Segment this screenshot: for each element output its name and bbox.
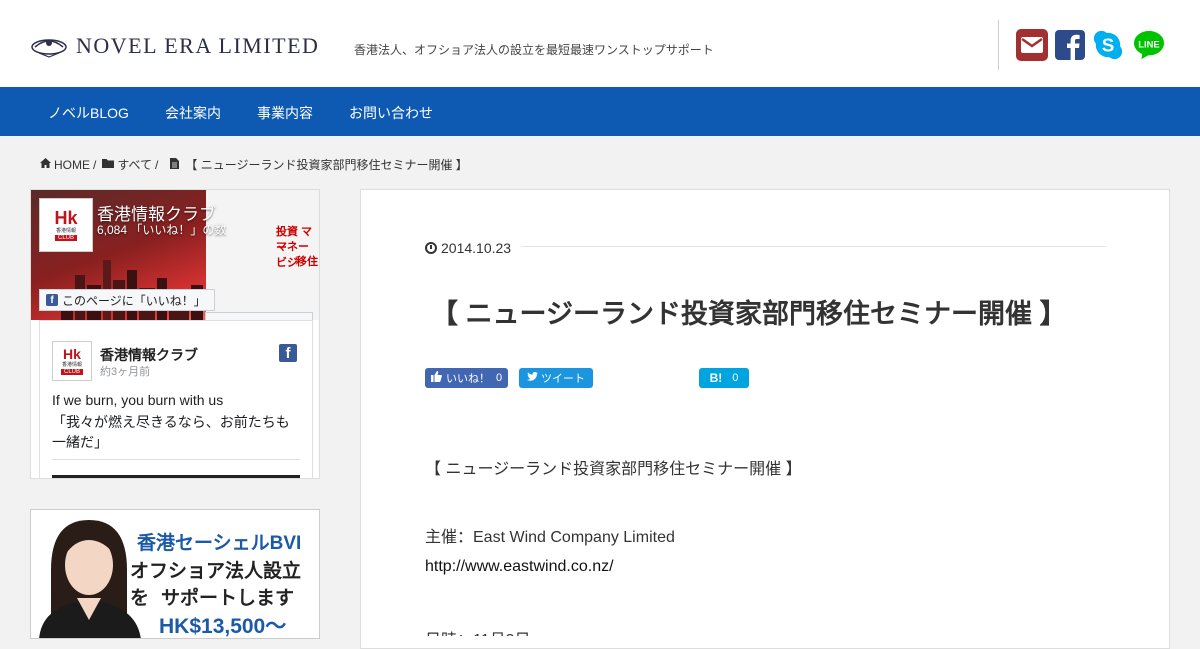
offshore-banner[interactable]: 香港セーシェルBVI オフショア法人設立を サポートします HK$13,500〜 — [30, 509, 320, 639]
facebook-icon[interactable]: f — [279, 344, 297, 362]
hk-logo-text: Hk — [63, 346, 81, 362]
skype-icon[interactable]: S — [1092, 29, 1124, 61]
hatena-count: 0 — [732, 372, 739, 384]
date-divider — [521, 246, 1106, 247]
hatena-bookmark-button[interactable]: B! 0 — [699, 368, 749, 388]
post-date-text: 2014.10.23 — [441, 240, 512, 256]
twitter-icon — [527, 372, 538, 384]
folder-icon — [102, 158, 115, 171]
fb-cover-text: 移住 — [296, 256, 318, 268]
facebook-icon: f — [46, 294, 58, 306]
clock-icon — [425, 242, 437, 254]
breadcrumb-home[interactable]: HOME — [54, 158, 90, 172]
thumbs-up-icon — [431, 371, 442, 385]
breadcrumb-category[interactable]: すべて — [117, 156, 152, 173]
fb-post-text: 一緒だ」 — [52, 434, 108, 450]
fb-post-avatar[interactable]: Hk 香港情報 CLUB — [52, 341, 92, 381]
fb-post-text: If we burn, you burn with us — [52, 392, 224, 408]
fb-like-button[interactable]: いいね！ 0 — [425, 368, 509, 388]
breadcrumb-separator: / — [155, 157, 159, 172]
facebook-page-widget: 投資 マー マネー ビジ 移住 Hk 香港情報 CLUB 香港情報クラブ 6,0… — [30, 189, 320, 479]
hk-logo-text: Hk — [54, 208, 78, 228]
site-logo[interactable]: NOVEL ERA LIMITED — [30, 33, 319, 59]
tweet-button[interactable]: ツイート — [519, 368, 593, 388]
article-card: 2014.10.23 【 ニュージーランド投資家部門移住セミナー開催 】 いいね… — [360, 189, 1170, 649]
hk-logo-club: CLUB — [60, 369, 83, 375]
breadcrumb-separator: / — [93, 157, 97, 172]
home-icon — [40, 158, 51, 171]
fb-post: Hk 香港情報 CLUB 香港情報クラブ 約3ヶ月前 f If we burn,… — [39, 320, 313, 478]
fb-post-time[interactable]: 約3ヶ月前 — [100, 363, 150, 379]
fb-like-label: いいね！ — [446, 373, 490, 385]
facebook-icon[interactable] — [1055, 30, 1085, 60]
site-header: NOVEL ERA LIMITED 香港法人、オフショア法人の設立を最短最速ワン… — [0, 0, 1200, 87]
fb-post-image[interactable] — [52, 475, 300, 478]
header-divider — [998, 20, 999, 70]
breadcrumb-current: 【 ニュージーランド投資家部門移住セミナー開催 】 — [185, 158, 468, 172]
hk-logo-sub: 香港情報 — [55, 228, 76, 234]
line-label: LINE — [1138, 38, 1159, 49]
banner-price: HK$13,500〜 — [159, 615, 287, 638]
hk-logo-sub: 香港情報 — [61, 362, 82, 368]
main-nav: ノベルBLOG 会社案内 事業内容 お問い合わせ — [0, 87, 1200, 136]
fb-post-divider — [52, 459, 300, 460]
post-title: 【 ニュージーランド投資家部門移住セミナー開催 】 — [431, 299, 1067, 329]
hk-logo-club: CLUB — [54, 235, 77, 241]
fb-like-page-button[interactable]: f このページに「いいね！」 — [39, 289, 215, 311]
banner-headline: 香港セーシェルBVI — [137, 533, 302, 554]
tweet-label: ツイート — [541, 373, 585, 385]
svg-text:S: S — [1102, 35, 1115, 56]
site-tagline: 香港法人、オフショア法人の設立を最短最速ワンストップサポート — [354, 43, 714, 57]
fb-like-count: 6,084 「いいね！」の数 — [97, 223, 227, 237]
nav-item-services[interactable]: 事業内容 — [257, 103, 313, 123]
breadcrumb: HOME / すべて / 【 ニュージーランド投資家部門移住セミナー開催 】 — [40, 156, 468, 173]
banner-text: サポートします — [161, 588, 295, 609]
fb-page-avatar[interactable]: Hk 香港情報 CLUB — [39, 198, 93, 252]
body-text-cut: 日時：11月3日（月） — [425, 626, 555, 636]
line-icon[interactable]: LINE — [1133, 29, 1165, 61]
hatena-icon: B! — [709, 371, 723, 385]
nav-item-company[interactable]: 会社案内 — [165, 103, 221, 123]
post-date: 2014.10.23 — [425, 240, 511, 256]
file-icon — [170, 157, 180, 172]
organizer-link[interactable]: http://www.eastwind.co.nz/ — [425, 558, 614, 576]
body-title: 【 ニュージーランド投資家部門移住セミナー開催 】 — [425, 461, 802, 478]
fb-like-count: 0 — [496, 372, 503, 384]
logo-emblem-icon — [31, 39, 67, 58]
mail-icon[interactable] — [1016, 29, 1048, 61]
fb-like-page-label: このページに「いいね！」 — [62, 293, 206, 308]
fb-post-text: 「我々が燃え尽きるなら、お前たちも — [52, 414, 290, 430]
fb-cover-image[interactable]: 投資 マー マネー ビジ 移住 Hk 香港情報 CLUB 香港情報クラブ 6,0… — [31, 190, 319, 320]
nav-item-blog[interactable]: ノベルBLOG — [48, 103, 129, 123]
logo-text: NOVEL ERA LIMITED — [76, 33, 320, 58]
body-organizer: 主催：East Wind Company Limited — [425, 529, 675, 546]
nav-item-contact[interactable]: お問い合わせ — [349, 103, 433, 123]
fb-post-author[interactable]: 香港情報クラブ — [100, 345, 198, 365]
